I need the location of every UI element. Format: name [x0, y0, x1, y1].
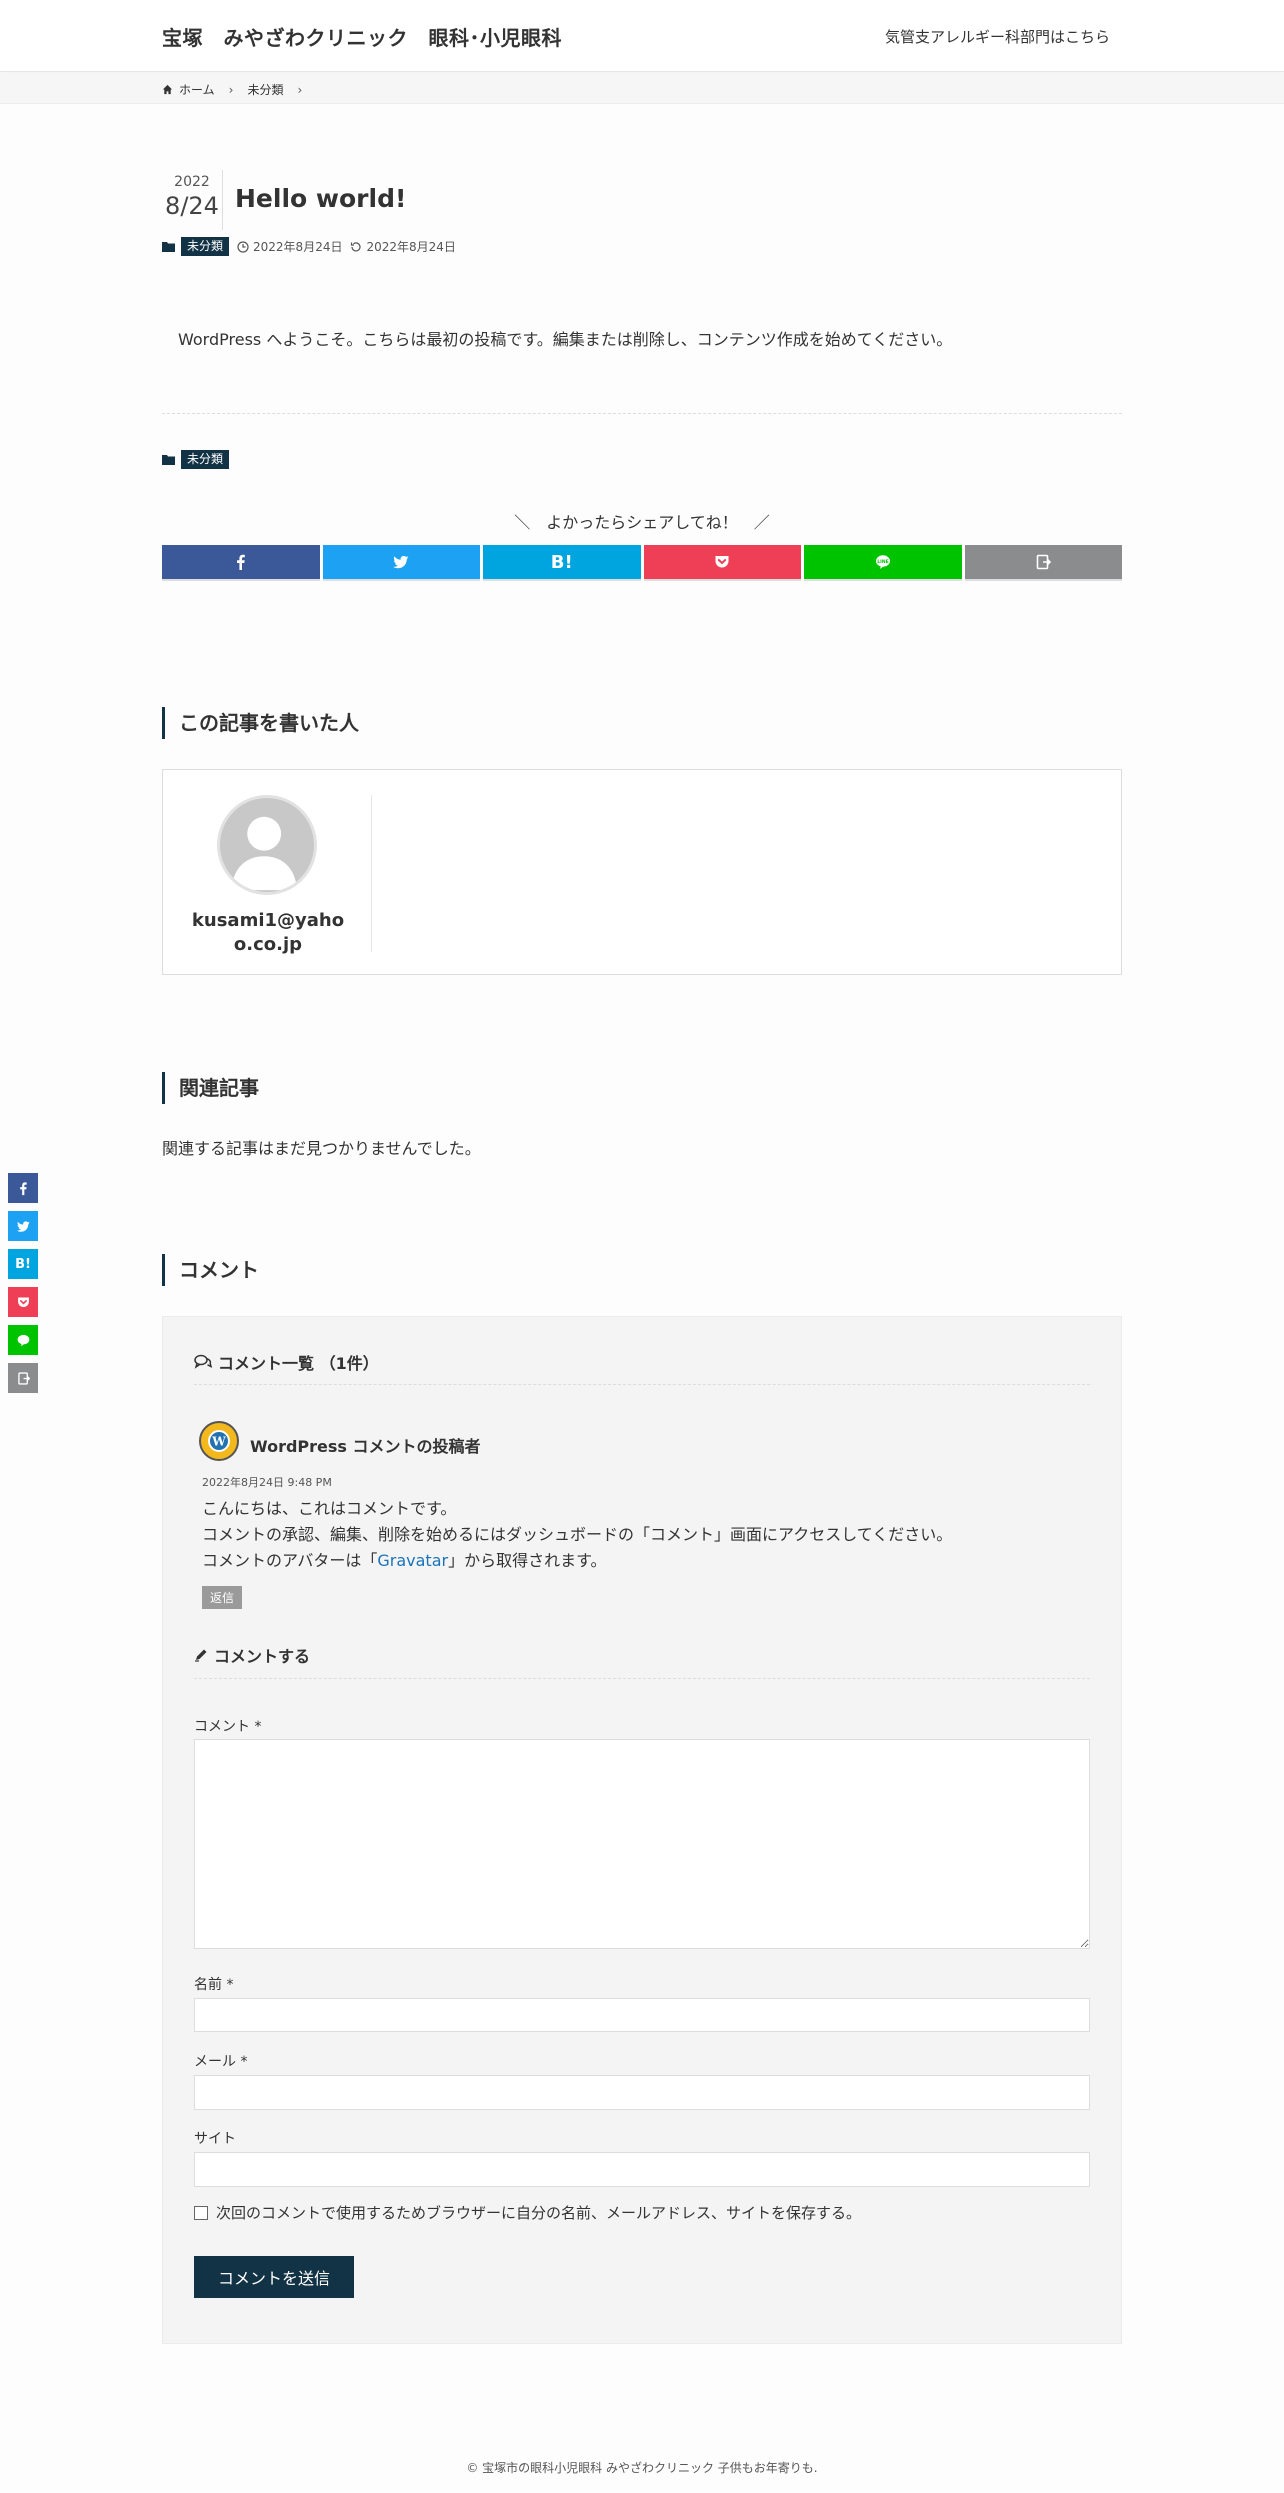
allergy-dept-link[interactable]: 気管支アレルギー科部門はこちら	[885, 26, 1110, 47]
comment-form-divider	[194, 1678, 1090, 1679]
comment-area: コメント一覧 （1件） W WordPress コメントの投稿者 2022年8月…	[162, 1316, 1122, 2344]
float-hatena-button[interactable]: B!	[8, 1249, 38, 1279]
comment-line-3: コメントのアバターは「Gravatar」から取得されます。	[202, 1548, 952, 1574]
save-info-option: 次回のコメントで使用するためブラウザーに自分の名前、メールアドレス、サイトを保存…	[194, 2202, 861, 2223]
save-info-checkbox[interactable]	[194, 2205, 208, 2220]
gravatar-link[interactable]: Gravatar	[377, 1551, 448, 1570]
svg-text:LINE: LINE	[877, 559, 888, 565]
comment-form-heading: コメントする	[194, 1643, 310, 1667]
reply-button[interactable]: 返信	[202, 1586, 243, 1609]
comment-line-3-post: 」から取得されます。	[448, 1551, 607, 1570]
email-field-label: メール *	[194, 2054, 248, 2070]
comment-line-3-pre: コメントのアバターは「	[202, 1551, 378, 1570]
twitter-icon	[393, 555, 409, 569]
share-buttons: B! LINE	[162, 545, 1122, 579]
copy-icon	[17, 1371, 30, 1385]
wordpress-icon: W	[208, 1430, 230, 1452]
footer-category-badge[interactable]: 未分類	[181, 450, 230, 469]
comment-date[interactable]: 2022年8月24日 9:48 PM	[202, 1474, 332, 1490]
name-input[interactable]	[194, 1998, 1090, 2032]
svg-text:W: W	[211, 1435, 226, 1449]
comments-icon	[194, 1354, 212, 1369]
chevron-right-icon: ›	[228, 82, 234, 97]
post-title: Hello world!	[235, 184, 407, 213]
author-name[interactable]: kusami1@yahoo.co.jp	[183, 909, 353, 957]
content-divider	[162, 413, 1122, 414]
post-footer-category: 未分類	[162, 450, 230, 469]
comment-author[interactable]: WordPress コメントの投稿者	[250, 1433, 481, 1457]
comment-list-heading: コメント一覧 （1件）	[194, 1350, 379, 1374]
author-section-heading: この記事を書いた人	[162, 707, 359, 739]
float-line-button[interactable]	[8, 1325, 38, 1355]
float-twitter-button[interactable]	[8, 1211, 38, 1241]
share-twitter-button[interactable]	[322, 545, 480, 579]
related-heading: 関連記事	[162, 1072, 259, 1104]
post-meta: 未分類 2022年8月24日 2022年8月24日	[162, 237, 456, 256]
comment-line-2: コメントの承認、編集、削除を始めるにはダッシュボードの「コメント」画面にアクセス…	[202, 1525, 953, 1544]
commenter-avatar: W	[199, 1421, 239, 1461]
post-year: 2022	[174, 174, 210, 190]
comment-textarea[interactable]	[194, 1739, 1090, 1949]
share-copy-button[interactable]	[964, 545, 1122, 579]
site-title[interactable]: 宝塚 みやざわクリニック 眼科･小児眼科	[162, 22, 562, 51]
name-field-label: 名前 *	[194, 1977, 234, 1993]
author-divider	[371, 795, 372, 952]
comment-list-divider	[194, 1384, 1090, 1385]
post-content: WordPress へようこそ。こちらは最初の投稿です。編集または削除し、コンテ…	[178, 330, 953, 349]
line-icon: LINE	[875, 555, 890, 569]
site-input[interactable]	[194, 2152, 1090, 2187]
user-icon	[231, 816, 298, 891]
comment-field-label: コメント *	[194, 1719, 262, 1735]
facebook-icon	[236, 554, 245, 570]
home-icon	[162, 84, 173, 95]
twitter-icon	[16, 1220, 30, 1232]
float-facebook-button[interactable]	[8, 1173, 38, 1203]
copy-icon	[1036, 554, 1052, 570]
submit-comment-button[interactable]: コメントを送信	[194, 2256, 354, 2298]
breadcrumb: ホーム › 未分類 ›	[162, 81, 310, 98]
share-heading: ＼ よかったらシェアしてね！ ／	[514, 513, 770, 532]
author-box: kusami1@yahoo.co.jp	[162, 769, 1122, 975]
line-icon	[17, 1334, 29, 1346]
share-pocket-button[interactable]	[643, 545, 801, 579]
site-header: 宝塚 みやざわクリニック 眼科･小児眼科 気管支アレルギー科部門はこちら	[0, 0, 1284, 72]
comment-form-title: コメントする	[214, 1647, 311, 1666]
share-line-button[interactable]: LINE	[804, 545, 962, 579]
pocket-icon	[715, 556, 729, 568]
published-date: 2022年8月24日	[253, 240, 343, 254]
footer-copyright: © 宝塚市の眼科小児眼科 みやざわクリニック 子供もお年寄りも.	[466, 2461, 818, 2475]
breadcrumb-category[interactable]: 未分類	[247, 81, 283, 98]
updated-icon	[351, 241, 362, 251]
comment-body: こんにちは、これはコメントです。 コメントの承認、編集、削除を始めるにはダッシュ…	[202, 1496, 952, 1574]
breadcrumb-home[interactable]: ホーム	[179, 81, 215, 98]
site-field-label: サイト	[194, 2131, 236, 2147]
related-empty-text: 関連する記事はまだ見つかりませんでした。	[162, 1139, 481, 1158]
pencil-icon	[195, 1649, 207, 1662]
floating-share-bar: B!	[8, 1173, 38, 1401]
clock-icon	[237, 240, 249, 253]
email-input[interactable]	[194, 2075, 1090, 2110]
float-copy-button[interactable]	[8, 1363, 38, 1393]
facebook-icon	[19, 1181, 27, 1195]
hatena-icon: B!	[550, 551, 573, 573]
share-hatena-button[interactable]: B!	[483, 545, 641, 579]
comment-list-title: コメント一覧 （1件）	[218, 1354, 379, 1373]
updated-date: 2022年8月24日	[366, 240, 456, 254]
float-pocket-button[interactable]	[8, 1287, 38, 1317]
category-badge[interactable]: 未分類	[181, 237, 230, 256]
breadcrumb-bar: ホーム › 未分類 ›	[0, 73, 1284, 104]
share-facebook-button[interactable]	[162, 545, 320, 579]
date-divider	[222, 170, 223, 230]
post-date-box: 2022 8/24	[162, 174, 222, 220]
hatena-icon: B!	[15, 1256, 31, 1272]
pocket-icon	[17, 1297, 29, 1307]
chevron-right-icon: ›	[297, 82, 303, 97]
folder-icon	[162, 242, 175, 252]
comment-line-1: こんにちは、これはコメントです。	[202, 1499, 457, 1518]
post-month-day: 8/24	[165, 192, 219, 220]
folder-icon	[162, 455, 175, 465]
save-info-label[interactable]: 次回のコメントで使用するためブラウザーに自分の名前、メールアドレス、サイトを保存…	[216, 2202, 861, 2223]
comments-heading: コメント	[162, 1254, 259, 1286]
author-avatar[interactable]	[217, 795, 317, 895]
